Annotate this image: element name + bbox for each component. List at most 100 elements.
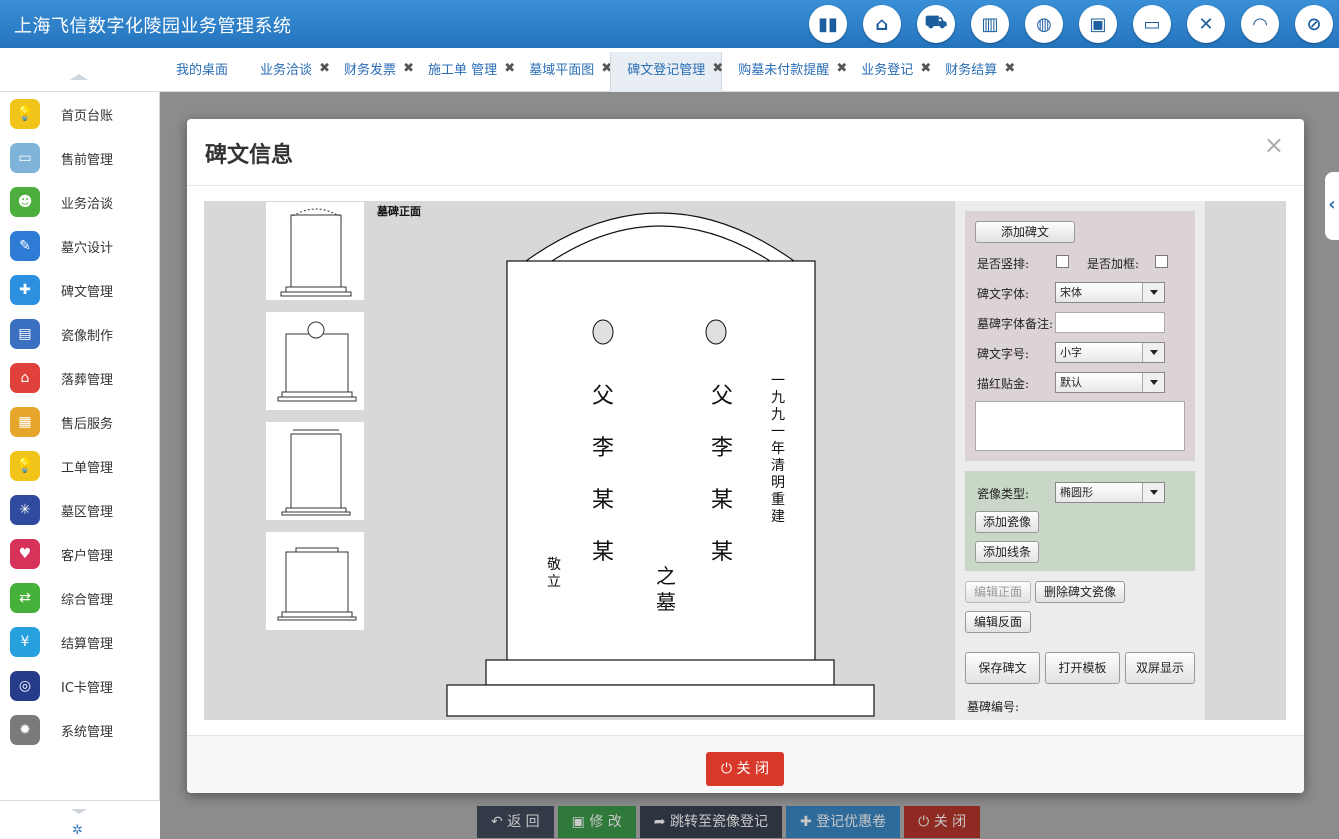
edit-back-button[interactable]: 编辑反面	[965, 611, 1031, 633]
inscription-textarea[interactable]	[975, 401, 1185, 451]
font-select[interactable]: 宋体	[1055, 282, 1165, 303]
tab-7[interactable]: 业务登记 ✖	[845, 52, 931, 92]
sidebar-item-10[interactable]: ♥ 客户管理	[0, 532, 159, 576]
background-button-0[interactable]: ↶ 返 回	[477, 806, 554, 838]
ban-icon[interactable]: ⊘	[1295, 5, 1333, 43]
add-line-button[interactable]: 添加线条	[975, 541, 1039, 563]
home-icon[interactable]: ⌂	[863, 5, 901, 43]
gold-select[interactable]: 默认	[1055, 372, 1165, 393]
sidebar-item-4[interactable]: ✚ 碑文管理	[0, 268, 159, 312]
tab-0[interactable]: 我的桌面	[160, 52, 244, 92]
add-inscription-button[interactable]: 添加碑文	[975, 221, 1075, 243]
collapse-panel-icon[interactable]: ‹	[1325, 172, 1339, 240]
font-note-label: 墓碑字体备注:	[977, 317, 1054, 331]
char: 父	[710, 384, 733, 409]
sidebar-scroll-down-icon[interactable]	[71, 809, 87, 814]
sidebar-item-label: 客户管理	[61, 548, 114, 564]
building-icon[interactable]: ▥	[971, 5, 1009, 43]
sidebar-item-12[interactable]: ¥ 结算管理	[0, 620, 159, 664]
inscription-column-1[interactable]: 父 李 某 某	[590, 371, 616, 579]
globe-icon[interactable]: ◍	[1025, 5, 1063, 43]
modal-close-button[interactable]: ⏻ 关 闭	[706, 752, 784, 786]
tab-close-icon[interactable]: ✖	[1004, 50, 1015, 88]
sidebar-item-13[interactable]: ◎ IC卡管理	[0, 664, 159, 708]
background-button-label: 返 回	[507, 814, 540, 830]
background-button-3[interactable]: ✚ 登记优惠卷	[785, 806, 901, 838]
close-button-label: 关 闭	[736, 761, 769, 777]
background-button-label: 关 闭	[933, 814, 967, 830]
sidebar-item-2[interactable]: ☻ 业务洽谈	[0, 180, 159, 224]
tab-8[interactable]: 财务结算 ✖	[929, 50, 1015, 92]
dual-screen-button[interactable]: 双屏显示	[1125, 652, 1195, 684]
frame-checkbox[interactable]	[1155, 255, 1168, 268]
edit-front-button[interactable]: 编辑正面	[965, 581, 1031, 603]
tab-6[interactable]: 购墓未付款提醒 ✖	[722, 52, 847, 92]
bulb-icon: 💡	[10, 451, 40, 481]
open-template-button[interactable]: 打开模板	[1045, 652, 1120, 684]
sidebar-item-7[interactable]: ▦ 售后服务	[0, 400, 159, 444]
sidebar-item-14[interactable]: ✹ 系统管理	[0, 708, 159, 752]
char: 之	[656, 564, 676, 588]
top-icon-group: ▮▮ ⌂ ⛟ ▥ ◍ ▣ ▭ ✕ ◠ ⊘	[809, 5, 1333, 43]
rss-icon[interactable]: ◠	[1241, 5, 1279, 43]
inscription-date-column[interactable]: 一 九 九 一 年 清 明 重 建	[770, 373, 786, 526]
sidebar-item-9[interactable]: ✳ 墓区管理	[0, 488, 159, 532]
sidebar-item-0[interactable]: 💡 首页台账	[0, 92, 159, 136]
char: 某	[710, 540, 733, 565]
char: 清	[771, 458, 785, 474]
sidebar-item-3[interactable]: ✎ 墓穴设计	[0, 224, 159, 268]
size-select[interactable]: 小字	[1055, 342, 1165, 363]
sidebar-item-8[interactable]: 💡 工单管理	[0, 444, 159, 488]
background-button-1[interactable]: ▣ 修 改	[557, 806, 636, 838]
sidebar-item-label: 碑文管理	[61, 284, 114, 300]
sidebar-item-label: 首页台账	[61, 108, 114, 124]
sidebar-item-label: 售后服务	[61, 416, 114, 432]
tab-3[interactable]: 施工单 管理 ✖	[412, 52, 515, 92]
photo-icon: ▤	[10, 319, 40, 349]
tab-label: 墓域平面图	[529, 63, 595, 78]
tab-1[interactable]: 业务洽谈 ✖	[244, 52, 330, 92]
photo-type-select-value: 椭圆形	[1060, 486, 1093, 499]
size-label: 碑文字号:	[977, 347, 1030, 361]
stone-number-label: 墓碑编号:	[967, 700, 1020, 714]
settings-gear-icon[interactable]: ✲	[72, 823, 83, 838]
tab-label: 我的桌面	[176, 63, 229, 78]
char: 年	[771, 441, 785, 457]
inscription-tomb-column[interactable]: 之 墓	[654, 563, 678, 615]
cart-icon[interactable]: ⛟	[917, 5, 955, 43]
char: 一	[771, 424, 785, 440]
sidebar-item-1[interactable]: ▭ 售前管理	[0, 136, 159, 180]
char: 某	[710, 488, 733, 513]
vertical-checkbox[interactable]	[1056, 255, 1069, 268]
background-button-label: 登记优惠卷	[816, 814, 887, 830]
sidebar-scroll-up-icon[interactable]	[70, 74, 88, 80]
background-button-2[interactable]: ➦ 跳转至瓷像登记	[639, 806, 782, 838]
tab-4[interactable]: 墓域平面图 ✖	[513, 52, 612, 92]
char: 某	[591, 540, 614, 565]
monitor-icon[interactable]: ▭	[1133, 5, 1171, 43]
sidebar-item-6[interactable]: ⌂ 落葬管理	[0, 356, 159, 400]
tab-2[interactable]: 财务发票 ✖	[328, 52, 414, 92]
save-inscription-button[interactable]: 保存碑文	[965, 652, 1040, 684]
chevron-down-icon	[1142, 343, 1164, 362]
delete-inscription-photo-button[interactable]: 删除碑文瓷像	[1035, 581, 1125, 603]
inscription-respect-column[interactable]: 敬 立	[546, 557, 562, 591]
tab-5[interactable]: 碑文登记管理 ✖	[610, 52, 723, 92]
char: 建	[771, 509, 785, 525]
inscription-column-2[interactable]: 父 李 某 某	[709, 371, 735, 579]
modal-close-icon[interactable]: ×	[1264, 131, 1284, 159]
inscription-modal: 碑文信息 × 墓碑正面 父 李 某 某 父 李 某 某 一 九 九 一 年 清 …	[187, 119, 1304, 793]
add-photo-button[interactable]: 添加瓷像	[975, 511, 1039, 533]
tab-label: 财务结算	[945, 63, 998, 78]
sidebar-item-5[interactable]: ▤ 瓷像制作	[0, 312, 159, 356]
char: 墓	[656, 590, 676, 614]
bar-chart-icon[interactable]: ▮▮	[809, 5, 847, 43]
photo-type-select[interactable]: 椭圆形	[1055, 482, 1165, 503]
sidebar-item-11[interactable]: ⇄ 综合管理	[0, 576, 159, 620]
font-note-input[interactable]	[1055, 312, 1165, 333]
briefcase-icon[interactable]: ▣	[1079, 5, 1117, 43]
network-icon: ✳	[10, 495, 40, 525]
background-button-4[interactable]: ⏻ 关 闭	[904, 806, 981, 838]
vertical-label: 是否竖排:	[977, 257, 1030, 271]
close-icon[interactable]: ✕	[1187, 5, 1225, 43]
